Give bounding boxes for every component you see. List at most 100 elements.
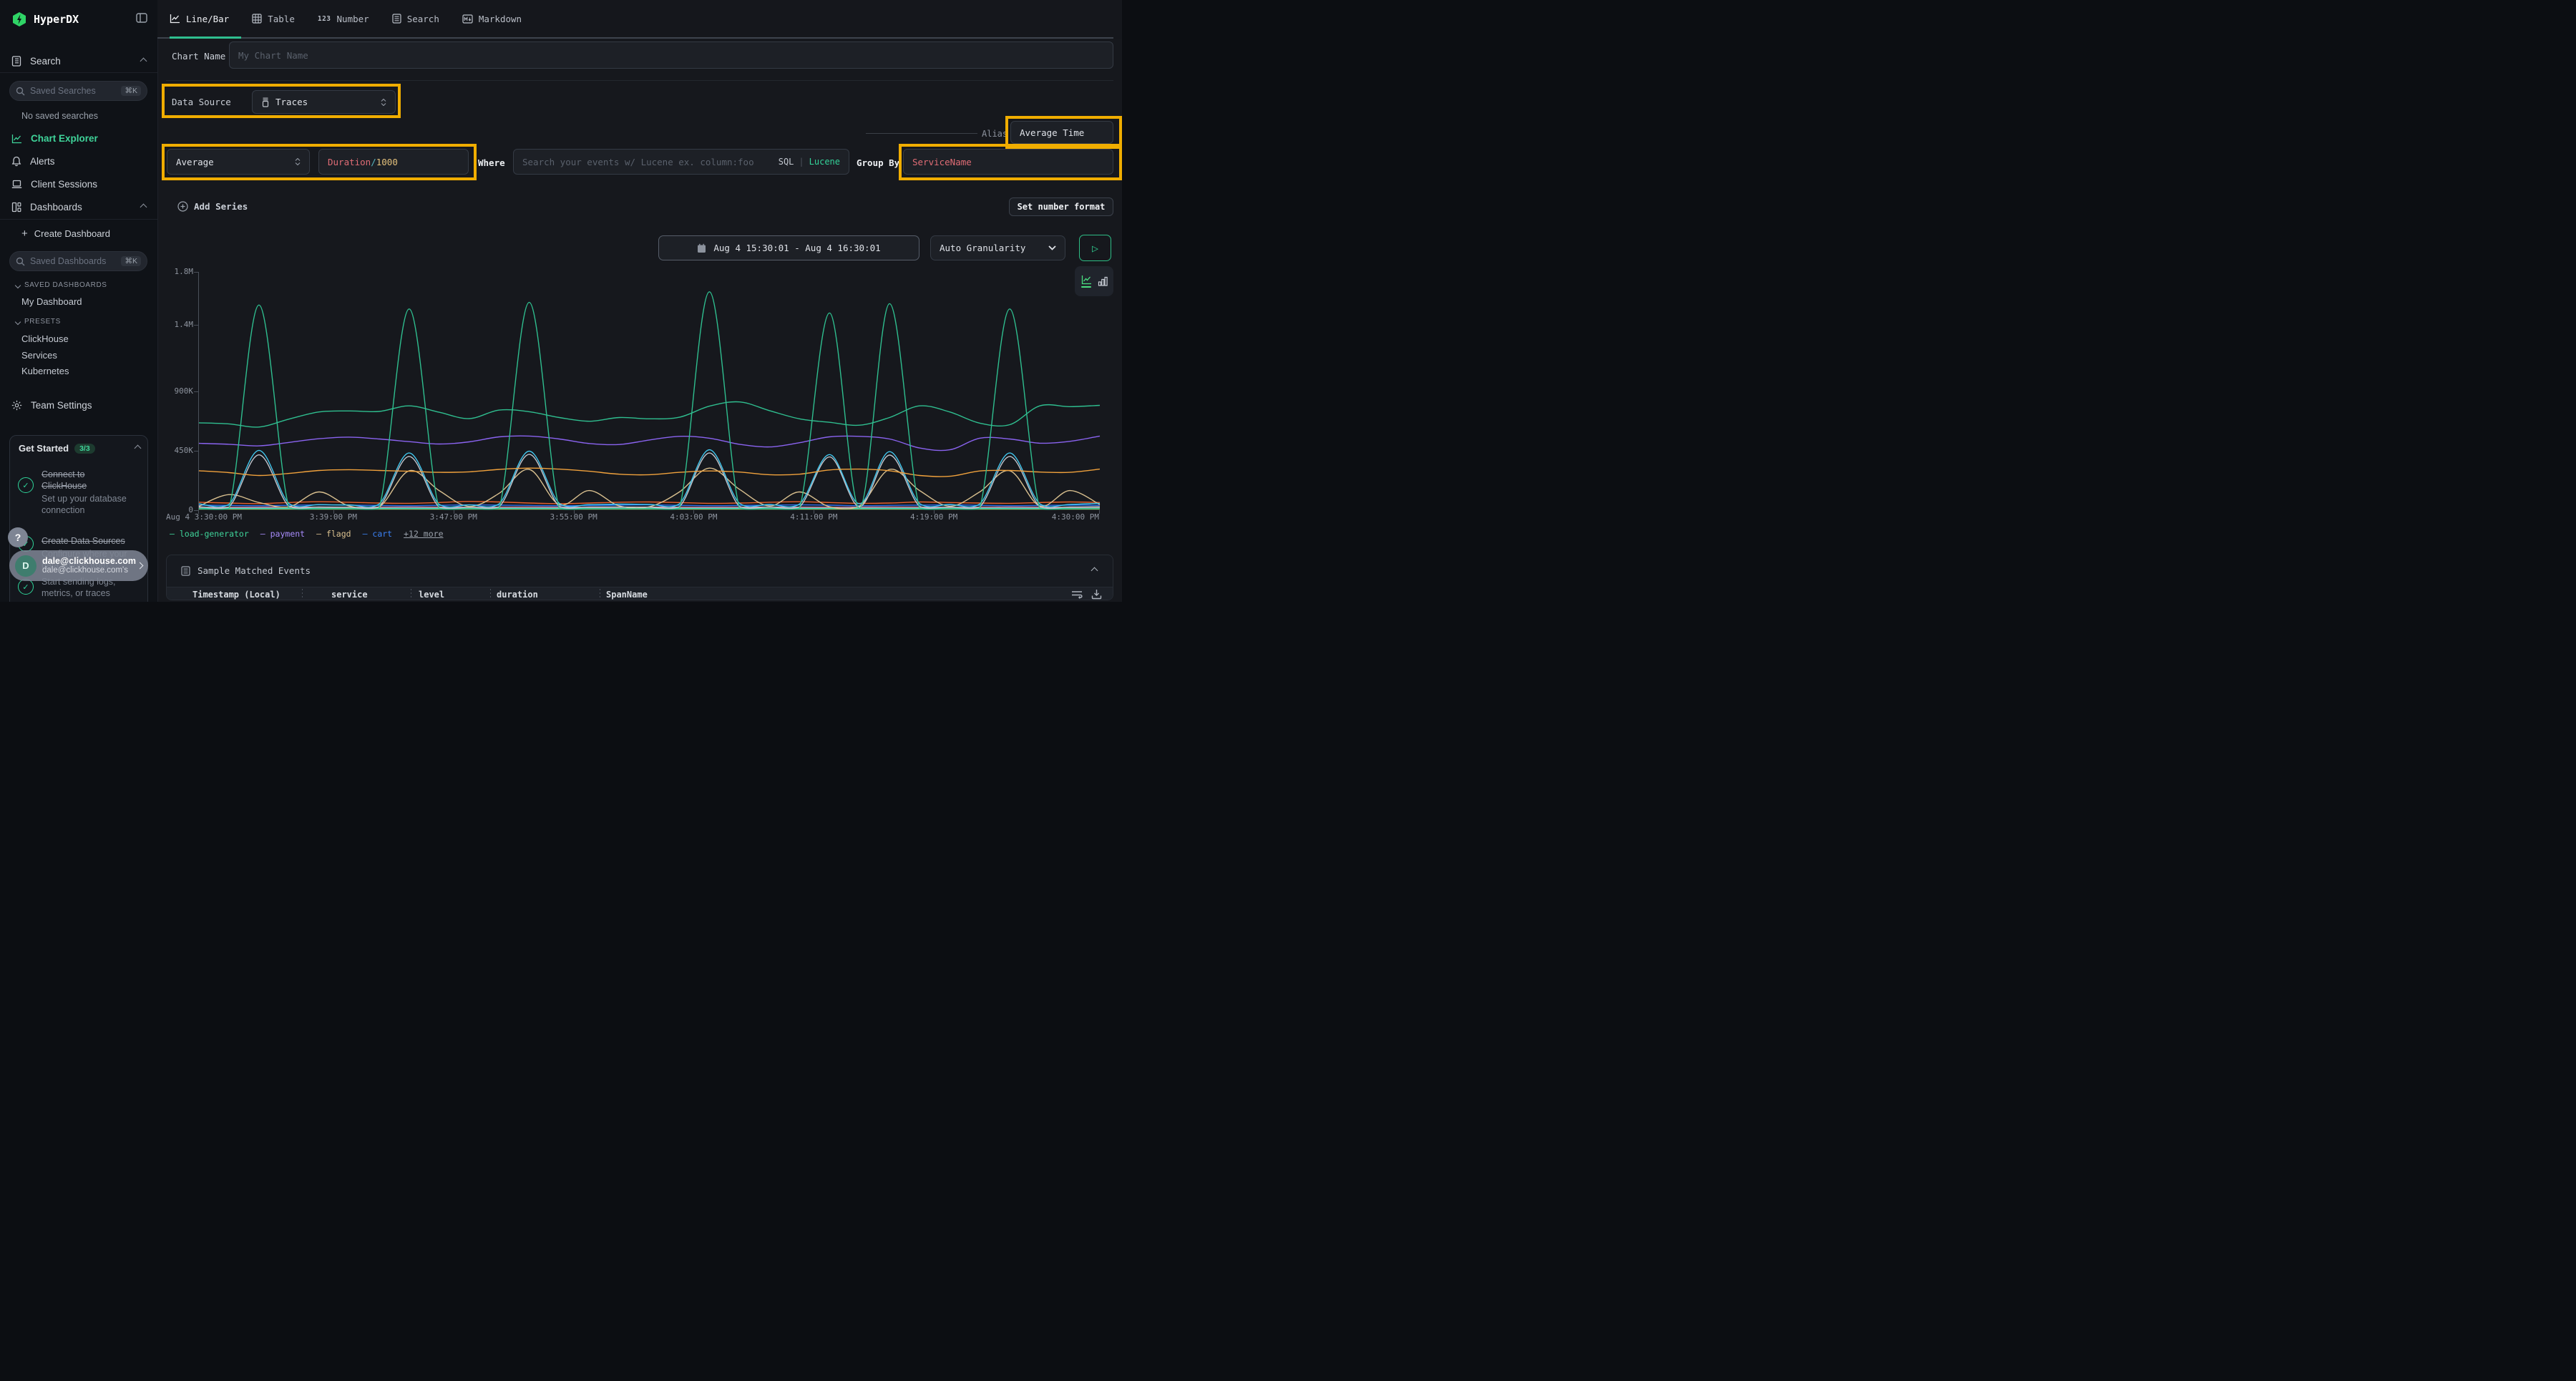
chevron-down-icon <box>1048 245 1056 250</box>
create-dashboard-button[interactable]: + Create Dashboard <box>21 228 156 239</box>
expression-field-token: Duration <box>328 157 371 167</box>
data-source-select[interactable]: Traces <box>252 90 396 114</box>
alias-divider <box>866 133 977 134</box>
brand-name: HyperDX <box>34 13 79 26</box>
chevron-right-icon <box>137 562 144 570</box>
app-root: HyperDX Search Saved Searches ⌘K No save… <box>0 0 1122 602</box>
chevron-up-icon <box>140 58 147 65</box>
sidebar-item-services[interactable]: Services <box>21 350 57 361</box>
sidebar-item-team-settings[interactable]: Team Settings <box>11 400 146 411</box>
group-by-label: Group By <box>857 157 899 168</box>
saved-dashboards-input[interactable]: Saved Dashboards ⌘K <box>9 251 147 271</box>
granularity-select[interactable]: Auto Granularity <box>930 235 1065 260</box>
legend-more-link[interactable]: +12 more <box>404 529 443 539</box>
team-settings-label: Team Settings <box>31 400 92 411</box>
sidebar-item-my-dashboard[interactable]: My Dashboard <box>21 296 82 307</box>
group-by-input[interactable]: ServiceName <box>903 149 1113 175</box>
chevron-up-icon <box>140 204 147 211</box>
where-search-input[interactable]: Search your events w/ Lucene ex. column:… <box>513 149 849 175</box>
dashboard-columns-icon <box>11 202 21 213</box>
alias-input[interactable]: Average Time <box>1010 121 1113 144</box>
tab-table[interactable]: Table <box>252 14 295 24</box>
x-tick <box>1099 510 1100 514</box>
brand[interactable]: HyperDX <box>11 11 79 27</box>
sidebar-item-client-sessions[interactable]: Client Sessions <box>11 179 146 190</box>
tab-number[interactable]: 123 Number <box>318 14 369 24</box>
chart-name-label: Chart Name <box>172 51 225 62</box>
aggregation-select[interactable]: Average <box>167 149 310 175</box>
y-tick-label: 1.4M <box>162 320 193 329</box>
col-duration[interactable]: duration <box>497 590 538 600</box>
user-menu[interactable]: D dale@clickhouse.com dale@clickhouse.co… <box>9 550 148 581</box>
alias-label: Alias <box>982 129 1008 139</box>
get-started-header[interactable]: Get Started 3/3 <box>19 443 140 454</box>
presets-group[interactable]: PRESETS <box>16 318 61 326</box>
date-range-picker[interactable]: Aug 4 15:30:01 - Aug 4 16:30:01 <box>658 235 919 260</box>
legend-item-payment[interactable]: — payment <box>260 529 305 539</box>
set-number-format-button[interactable]: Set number format <box>1009 197 1113 216</box>
sidebar-item-dashboards[interactable]: Dashboards <box>11 202 146 213</box>
tab-line-bar[interactable]: Line/Bar <box>170 14 229 24</box>
run-query-button[interactable]: ▷ <box>1079 235 1111 261</box>
legend-item-cart[interactable]: — cart <box>363 529 393 539</box>
sidebar-dashboards-label: Dashboards <box>30 202 82 213</box>
tab-search[interactable]: Search <box>392 14 439 24</box>
sql-mode-button[interactable]: SQL <box>779 157 794 167</box>
lucene-mode-button[interactable]: Lucene <box>809 157 840 167</box>
expression-input[interactable]: Duration/1000 <box>318 149 469 175</box>
expression-op-token: / <box>371 157 376 167</box>
y-tick-label: 1.8M <box>162 267 193 276</box>
list-icon <box>392 14 401 24</box>
add-series-button[interactable]: Add Series <box>177 201 248 212</box>
legend-item-load-generator[interactable]: — load-generator <box>170 529 249 539</box>
sample-events-title: Sample Matched Events <box>197 565 311 576</box>
divider <box>0 219 157 220</box>
column-separator[interactable] <box>302 589 303 600</box>
markdown-icon <box>462 14 473 24</box>
x-tick-label: 3:47:00 PM <box>430 512 477 522</box>
play-icon: ▷ <box>1092 242 1098 255</box>
chart-svg[interactable] <box>199 272 1100 510</box>
chart-name-input[interactable]: My Chart Name <box>229 42 1113 69</box>
sidebar-collapse-icon[interactable] <box>136 13 147 23</box>
number-123-icon: 123 <box>318 15 331 23</box>
sidebar-section-search[interactable]: Search <box>11 56 146 67</box>
gs-item1-desc2: connection <box>42 504 84 516</box>
sidebar-item-clickhouse[interactable]: ClickHouse <box>21 333 69 344</box>
col-service[interactable]: service <box>331 590 368 600</box>
x-tick-label: 4:19:00 PM <box>910 512 957 522</box>
chevron-up-icon <box>135 445 142 452</box>
col-level[interactable]: level <box>419 590 444 600</box>
help-button[interactable]: ? <box>8 527 28 547</box>
alias-value: Average Time <box>1020 127 1084 138</box>
laptop-icon <box>11 180 22 189</box>
series-unlabeled-1 <box>199 401 1100 426</box>
chart-legend: — load-generator — payment — flagd — cart +1… <box>170 529 444 539</box>
tab-markdown[interactable]: Markdown <box>462 14 522 24</box>
sidebar-item-kubernetes[interactable]: Kubernetes <box>21 366 69 376</box>
y-tick <box>194 272 198 273</box>
gs-item2-title: Create Data Sources <box>42 535 125 547</box>
saved-dashboards-caps-label: SAVED DASHBOARDS <box>24 281 107 289</box>
col-spanname[interactable]: SpanName <box>606 590 648 600</box>
legend-item-flagd[interactable]: — flagd <box>316 529 351 539</box>
sidebar-item-alerts[interactable]: Alerts <box>11 156 146 167</box>
hyperdx-logo-icon <box>11 11 27 27</box>
saved-searches-input[interactable]: Saved Searches ⌘K <box>9 81 147 101</box>
gs-item1-title: Connect to <box>42 469 84 480</box>
data-source-value: Traces <box>275 97 308 107</box>
sidebar-chart-explorer-label: Chart Explorer <box>31 133 98 144</box>
sidebar-item-chart-explorer[interactable]: Chart Explorer <box>11 133 146 144</box>
saved-searches-placeholder: Saved Searches <box>30 86 116 96</box>
collapse-panel-icon[interactable] <box>1091 567 1098 575</box>
get-started-badge: 3/3 <box>74 444 95 454</box>
column-separator[interactable] <box>490 589 491 600</box>
col-timestamp[interactable]: Timestamp (Local) <box>192 590 280 600</box>
tab-table-label: Table <box>268 14 295 24</box>
saved-dashboards-group[interactable]: SAVED DASHBOARDS <box>16 281 107 289</box>
shortcut-badge: ⌘K <box>121 86 141 96</box>
tabbar-baseline <box>157 37 1113 39</box>
wrap-lines-icon[interactable] <box>1071 590 1083 600</box>
date-range-value: Aug 4 15:30:01 - Aug 4 16:30:01 <box>713 243 880 253</box>
download-icon[interactable] <box>1091 589 1102 600</box>
